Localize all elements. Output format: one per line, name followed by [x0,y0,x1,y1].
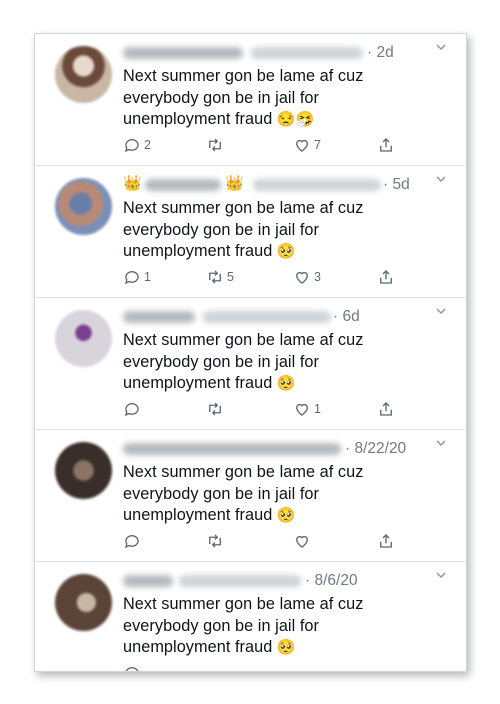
reply-icon [124,535,139,549]
tweet-item[interactable]: · 6d Next summer gon be lame af cuz ever… [35,298,466,430]
reply-icon [124,271,139,285]
tweet-actions: 1 5 3 [123,267,423,287]
chevron-down-icon[interactable] [436,572,446,578]
tweet-actions: 2 7 [123,135,423,155]
avatar[interactable] [55,310,112,367]
avatar[interactable] [55,178,112,235]
avatar[interactable] [55,46,112,103]
avatar[interactable] [55,442,112,499]
reply-button[interactable] [123,399,144,419]
like-button[interactable]: 1 [293,399,321,419]
reply-button[interactable]: 2 [123,135,151,155]
retweet-icon [209,402,221,416]
tweet-item[interactable]: · 2d Next summer gon be lame af cuz ever… [35,34,466,166]
tweet-text-content: Next summer gon be lame af cuz everybody… [123,67,364,128]
tweet-actions: 1 [123,399,423,419]
like-icon [296,271,308,284]
tweet-text-content: Next summer gon be lame af cuz everybody… [123,463,364,524]
share-button[interactable] [377,135,395,155]
retweet-button[interactable]: 5 [206,267,234,287]
author-handle-blurred[interactable] [203,311,331,323]
like-count: 3 [314,270,321,284]
tweet-actions [123,663,423,671]
retweet-button[interactable] [206,399,227,419]
tweet-text: Next summer gon be lame af cuz everybody… [123,462,423,527]
tweet-item[interactable]: · 8/22/20 Next summer gon be lame af cuz… [35,430,466,562]
tweet-text: Next summer gon be lame af cuz everybody… [123,198,423,263]
crown-emoji: 👑 [123,175,142,192]
reply-button[interactable]: 1 [123,267,151,287]
tweet-timestamp[interactable]: · 6d [333,308,360,326]
like-button[interactable] [293,531,314,551]
reply-icon [124,403,139,417]
tweet-header: · 8/22/20 [123,438,423,460]
tweet-header: · 6d [123,306,423,328]
tweet-timestamp[interactable]: · 5d [383,176,410,194]
retweet-icon [209,270,221,284]
author-name-blurred[interactable] [145,179,221,191]
retweet-icon [209,534,221,548]
share-button[interactable] [377,267,395,287]
chevron-down-icon[interactable] [436,176,446,182]
tweet-header: 👑 👑 · 5d [123,174,423,196]
avatar[interactable] [55,574,112,631]
share-icon [380,138,392,152]
tweet-text: Next summer gon be lame af cuz everybody… [123,594,423,659]
like-count: 7 [314,138,321,152]
like-count: 1 [314,402,321,416]
like-icon [296,535,308,548]
retweet-count: 5 [227,270,234,284]
share-icon [380,534,392,548]
tweet-emoji: 🥺 [276,375,296,392]
chevron-down-icon[interactable] [436,440,446,446]
reply-button[interactable] [123,531,144,551]
tweet-timestamp[interactable]: · 8/6/20 [305,572,358,590]
tweet-text: Next summer gon be lame af cuz everybody… [123,330,423,395]
share-icon [380,270,392,284]
tweet-timestamp[interactable]: · 8/22/20 [345,440,406,458]
share-button[interactable] [377,531,395,551]
tweet-item[interactable]: · 8/6/20 Next summer gon be lame af cuz … [35,562,466,671]
like-icon [296,139,308,152]
crown-emoji: 👑 [225,175,244,192]
reply-icon [124,139,139,153]
author-handle-blurred[interactable] [253,179,381,191]
tweet-item[interactable]: 👑 👑 · 5d Next summer gon be lame af cuz … [35,166,466,298]
tweet-emoji: 🥺 [276,639,296,656]
tweet-text-content: Next summer gon be lame af cuz everybody… [123,331,364,392]
chevron-down-icon[interactable] [436,44,446,50]
tweet-actions [123,531,423,551]
share-icon [380,402,392,416]
author-handle-blurred[interactable] [179,575,301,587]
retweet-button[interactable] [206,531,227,551]
author-name-blurred[interactable] [123,311,195,323]
tweet-timestamp[interactable]: · 2d [367,44,394,62]
tweet-emoji: 😒🤧 [276,111,315,128]
tweet-header: · 8/6/20 [123,570,423,592]
reply-button[interactable] [123,663,144,671]
author-name-blurred[interactable] [123,443,341,455]
author-handle-blurred[interactable] [251,47,363,59]
tweet-text: Next summer gon be lame af cuz everybody… [123,66,423,131]
reply-count: 2 [144,138,151,152]
author-name-blurred[interactable] [123,47,243,59]
tweet-header: · 2d [123,42,423,64]
chevron-down-icon[interactable] [436,308,446,314]
like-button[interactable]: 3 [293,267,321,287]
like-icon [296,403,308,416]
retweet-button[interactable] [206,135,227,155]
tweet-timeline: · 2d Next summer gon be lame af cuz ever… [34,33,467,672]
tweet-text-content: Next summer gon be lame af cuz everybody… [123,199,364,260]
share-button[interactable] [377,399,395,419]
tweet-emoji: 🥺 [276,243,296,260]
tweet-text-content: Next summer gon be lame af cuz everybody… [123,595,364,656]
like-button[interactable]: 7 [293,135,321,155]
retweet-icon [209,138,221,152]
reply-icon [125,667,139,671]
author-name-blurred[interactable] [123,575,173,587]
reply-count: 1 [144,270,151,284]
tweet-emoji: 🥺 [276,507,296,524]
